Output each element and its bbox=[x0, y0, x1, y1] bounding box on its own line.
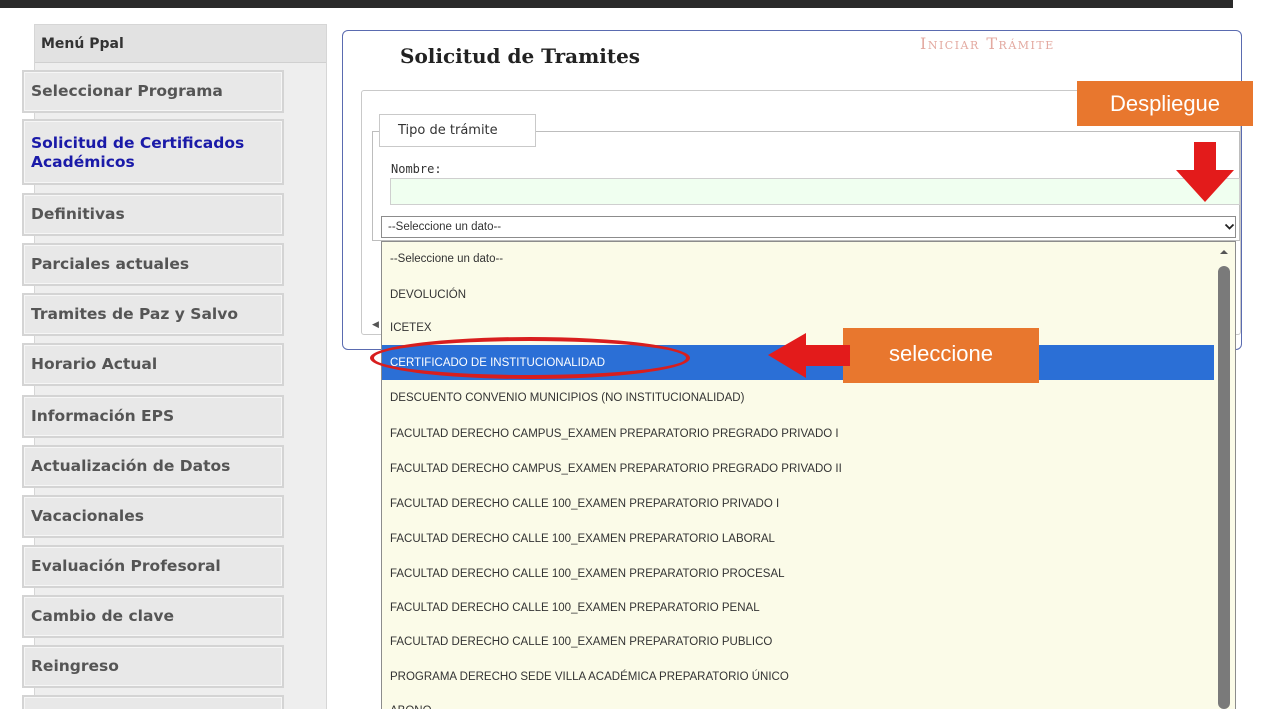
sidebar-item-seleccionar-programa[interactable]: Seleccionar Programa bbox=[22, 70, 284, 113]
dropdown-option[interactable]: FACULTAD DERECHO CAMPUS_EXAMEN PREPARATO… bbox=[382, 417, 1214, 450]
dropdown-scrollbar-thumb[interactable] bbox=[1218, 266, 1230, 709]
sidebar-item-tramites-paz-salvo[interactable]: Tramites de Paz y Salvo bbox=[22, 293, 284, 336]
dropdown-option[interactable]: ABONO bbox=[382, 694, 1214, 709]
dropdown-option[interactable]: FACULTAD DERECHO CALLE 100_EXAMEN PREPAR… bbox=[382, 625, 1214, 658]
tipo-tramite-tab[interactable]: Tipo de trámite bbox=[379, 114, 536, 147]
sidebar-item-parciales-actuales[interactable]: Parciales actuales bbox=[22, 243, 284, 286]
highlight-ellipse bbox=[370, 337, 690, 379]
sidebar-item-horario-actual[interactable]: Horario Actual bbox=[22, 343, 284, 386]
scroll-left-icon[interactable]: ◀ bbox=[372, 320, 379, 330]
chevron-down-icon[interactable] bbox=[1224, 221, 1235, 232]
page-title: Solicitud de Tramites bbox=[400, 44, 641, 68]
sidebar-item-more[interactable] bbox=[22, 695, 284, 709]
dropdown-option[interactable]: DEVOLUCIÓN bbox=[382, 278, 1214, 311]
dropdown-option[interactable]: PROGRAMA DERECHO SEDE VILLA ACADÉMICA PR… bbox=[382, 660, 1214, 693]
top-bar bbox=[0, 0, 1233, 8]
sidebar-item-reingreso[interactable]: Reingreso bbox=[22, 645, 284, 688]
sidebar-item-evaluacion-profesoral[interactable]: Evaluación Profesoral bbox=[22, 545, 284, 588]
sidebar-item-vacacionales[interactable]: Vacacionales bbox=[22, 495, 284, 538]
iniciar-tramite-link[interactable]: Iniciar Trámite bbox=[920, 34, 1055, 53]
dropdown-option[interactable]: FACULTAD DERECHO CAMPUS_EXAMEN PREPARATO… bbox=[382, 452, 1214, 485]
scroll-up-icon[interactable] bbox=[1218, 247, 1230, 257]
tipo-tramite-options-list: --Seleccione un dato-- DEVOLUCIÓN ICETEX… bbox=[381, 241, 1236, 709]
seleccione-callout: seleccione bbox=[843, 328, 1039, 383]
dropdown-option[interactable]: --Seleccione un dato-- bbox=[382, 242, 1214, 275]
sidebar-item-actualizacion-datos[interactable]: Actualización de Datos bbox=[22, 445, 284, 488]
dropdown-option[interactable]: FACULTAD DERECHO CALLE 100_EXAMEN PREPAR… bbox=[382, 522, 1214, 555]
sidebar-item-solicitud-certificados[interactable]: Solicitud de Certificados Académicos bbox=[22, 119, 284, 185]
sidebar-item-cambio-clave[interactable]: Cambio de clave bbox=[22, 595, 284, 638]
dropdown-option[interactable]: FACULTAD DERECHO CALLE 100_EXAMEN PREPAR… bbox=[382, 591, 1214, 624]
dropdown-option[interactable]: DESCUENTO CONVENIO MUNICIPIOS (NO INSTIT… bbox=[382, 381, 1214, 414]
dropdown-option[interactable]: FACULTAD DERECHO CALLE 100_EXAMEN PREPAR… bbox=[382, 487, 1214, 520]
sidebar-item-informacion-eps[interactable]: Información EPS bbox=[22, 395, 284, 438]
sidebar-item-definitivas[interactable]: Definitivas bbox=[22, 193, 284, 236]
despliegue-callout: Despliegue bbox=[1077, 81, 1253, 126]
dropdown-option[interactable]: FACULTAD DERECHO CALLE 100_EXAMEN PREPAR… bbox=[382, 557, 1214, 590]
tipo-tramite-select[interactable]: --Seleccione un dato-- bbox=[381, 216, 1236, 238]
nombre-field[interactable] bbox=[390, 178, 1240, 205]
nombre-label: Nombre: bbox=[391, 162, 442, 176]
menu-header: Menú Ppal bbox=[35, 25, 326, 63]
